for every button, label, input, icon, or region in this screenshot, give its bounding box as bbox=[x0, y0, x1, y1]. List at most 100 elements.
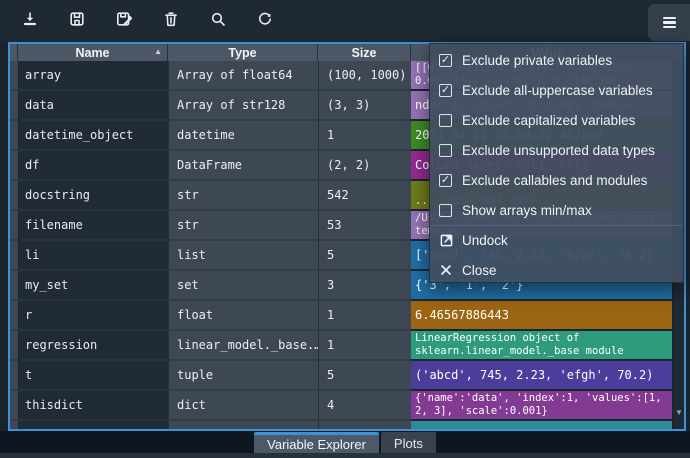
import-data-button[interactable] bbox=[10, 5, 50, 37]
row-header[interactable] bbox=[10, 331, 18, 361]
options-menu-button[interactable] bbox=[648, 4, 690, 41]
menu-item-label: Exclude private variables bbox=[462, 53, 612, 68]
menu-item-exclude-callables-and-modules[interactable]: ✓Exclude callables and modules bbox=[430, 165, 683, 195]
remove-variables-button[interactable] bbox=[151, 5, 191, 37]
cell-name[interactable]: my_set bbox=[18, 271, 168, 301]
cell-name[interactable]: array bbox=[18, 61, 168, 91]
tab-plots[interactable]: Plots bbox=[381, 432, 436, 454]
cell-size[interactable]: 4 bbox=[318, 391, 411, 421]
cell-name[interactable]: thisdict bbox=[18, 391, 168, 421]
cell-type[interactable]: Array of float64 bbox=[168, 61, 318, 91]
menu-item-label: Exclude all-uppercase variables bbox=[462, 83, 653, 98]
row-header[interactable] bbox=[10, 61, 18, 91]
row-header[interactable] bbox=[10, 271, 18, 301]
refresh-button[interactable] bbox=[245, 5, 285, 37]
menu-item-exclude-capitalized-variables[interactable]: Exclude capitalized variables bbox=[430, 105, 683, 135]
cell-type[interactable]: dict bbox=[168, 391, 318, 421]
menu-item-label: Undock bbox=[462, 233, 508, 248]
menu-item-exclude-unsupported-data-types[interactable]: Exclude unsupported data types bbox=[430, 135, 683, 165]
cell-name[interactable]: filename bbox=[18, 211, 168, 241]
column-header-name[interactable]: Name ▲ bbox=[18, 44, 168, 61]
cell-value-text: ('abcd', 745, 2.23, 'efgh', 70.2) bbox=[415, 369, 653, 382]
cell-value[interactable]: 6.46567886443 bbox=[411, 301, 684, 331]
cell-size-text: 1 bbox=[327, 338, 334, 352]
checkbox-unchecked-icon[interactable] bbox=[439, 204, 452, 217]
row-header[interactable] bbox=[10, 301, 18, 331]
row-header[interactable] bbox=[10, 121, 18, 151]
table-row[interactable]: thisdict dict4{'name':'data', 'index':1, … bbox=[10, 391, 684, 421]
cell-name[interactable]: data bbox=[18, 91, 168, 121]
menu-item-exclude-private-variables[interactable]: ✓ Exclude private variables bbox=[430, 45, 683, 75]
variable-explorer-panel: Name ▲ Type Size Value arrayArray of flo… bbox=[0, 0, 690, 458]
scrollbar-down-arrow-icon[interactable]: ▼ bbox=[673, 405, 685, 419]
cell-name[interactable]: r bbox=[18, 301, 168, 331]
menu-item-undock[interactable]: Undock bbox=[430, 225, 683, 255]
row-header[interactable] bbox=[10, 241, 18, 271]
checkbox-checked-icon[interactable]: ✓ bbox=[439, 84, 452, 97]
table-row[interactable]: regression linear_model._base.… 1 LinearReg… bbox=[10, 331, 684, 361]
search-button[interactable] bbox=[198, 5, 238, 37]
hamburger-menu-icon bbox=[663, 17, 676, 28]
cell-name-text: thisdict bbox=[25, 398, 83, 412]
cell-name[interactable]: regression bbox=[18, 331, 168, 361]
menu-item-close[interactable]: Close bbox=[430, 255, 683, 285]
cell-size[interactable]: (2, 2) bbox=[318, 151, 411, 181]
cell-size[interactable]: 542 bbox=[318, 181, 411, 211]
row-header[interactable] bbox=[10, 91, 18, 121]
cell-name-text: r bbox=[25, 308, 32, 322]
cell-size-text: 542 bbox=[327, 188, 349, 202]
checkbox-checked-icon[interactable]: ✓ bbox=[439, 54, 452, 67]
cell-type-text: datetime bbox=[177, 128, 235, 142]
menu-item-show-arrays-min-max[interactable]: Show arrays min/max bbox=[430, 195, 683, 225]
save-data-button[interactable] bbox=[57, 5, 97, 37]
row-header[interactable] bbox=[10, 361, 18, 391]
cell-type[interactable]: tuple bbox=[168, 361, 318, 391]
cell-type[interactable]: list bbox=[168, 241, 318, 271]
cell-name[interactable]: df bbox=[18, 151, 168, 181]
cell-type[interactable]: DataFrame bbox=[168, 151, 318, 181]
cell-type[interactable]: datetime bbox=[168, 121, 318, 151]
cell-name[interactable]: li bbox=[18, 241, 168, 271]
save-data-as-button[interactable] bbox=[104, 5, 144, 37]
cell-name[interactable]: datetime_object bbox=[18, 121, 168, 151]
cell-type[interactable]: set bbox=[168, 271, 318, 301]
cell-size[interactable]: 1 bbox=[318, 331, 411, 361]
import-icon bbox=[21, 10, 39, 31]
table-row[interactable]: r float1 6.46567886443 bbox=[10, 301, 684, 331]
cell-type[interactable]: float bbox=[168, 301, 318, 331]
cell-size[interactable]: 1 bbox=[318, 301, 411, 331]
cell-size[interactable]: 5 bbox=[318, 241, 411, 271]
cell-size[interactable]: 5 bbox=[318, 361, 411, 391]
cell-value-text: 6.46567886443 bbox=[415, 309, 509, 322]
table-row[interactable]: ttuple5 ('abcd', 745, 2.23, 'efgh', 70.2) bbox=[10, 361, 684, 391]
cell-name[interactable]: t bbox=[18, 361, 168, 391]
row-header[interactable] bbox=[10, 151, 18, 181]
save-icon bbox=[68, 10, 86, 31]
cell-type[interactable]: str bbox=[168, 211, 318, 241]
cell-type[interactable]: Array of str128 bbox=[168, 91, 318, 121]
cell-size[interactable]: 1 bbox=[318, 121, 411, 151]
column-header-type[interactable]: Type bbox=[168, 44, 318, 61]
cell-type-text: linear_model._base.… bbox=[177, 338, 318, 352]
cell-size[interactable]: 53 bbox=[318, 211, 411, 241]
row-header[interactable] bbox=[10, 181, 18, 211]
menu-item-exclude-all-uppercase-variables[interactable]: ✓ Exclude all-uppercase variables bbox=[430, 75, 683, 105]
cell-type[interactable]: str bbox=[168, 181, 318, 211]
cell-value[interactable]: {'name':'data', 'index':1, 'values':[1, … bbox=[411, 391, 684, 421]
cell-type[interactable]: linear_model._base.… bbox=[168, 331, 318, 361]
checkbox-checked-icon[interactable]: ✓ bbox=[439, 174, 452, 187]
column-header-size[interactable]: Size bbox=[318, 44, 411, 61]
cell-size[interactable]: (3, 3) bbox=[318, 91, 411, 121]
row-header[interactable] bbox=[10, 391, 18, 421]
checkbox-unchecked-icon[interactable] bbox=[439, 114, 452, 127]
cell-size[interactable]: 3 bbox=[318, 271, 411, 301]
tab-variable-explorer[interactable]: Variable Explorer bbox=[254, 432, 379, 454]
cell-value[interactable]: ('abcd', 745, 2.23, 'efgh', 70.2) bbox=[411, 361, 684, 391]
refresh-icon bbox=[256, 10, 274, 31]
trash-icon bbox=[162, 10, 180, 31]
checkbox-unchecked-icon[interactable] bbox=[439, 144, 452, 157]
cell-size[interactable]: (100, 1000) bbox=[318, 61, 411, 91]
row-header[interactable] bbox=[10, 211, 18, 241]
cell-value[interactable]: LinearRegression object of sklearn.linea… bbox=[411, 331, 684, 361]
cell-name[interactable]: docstring bbox=[18, 181, 168, 211]
